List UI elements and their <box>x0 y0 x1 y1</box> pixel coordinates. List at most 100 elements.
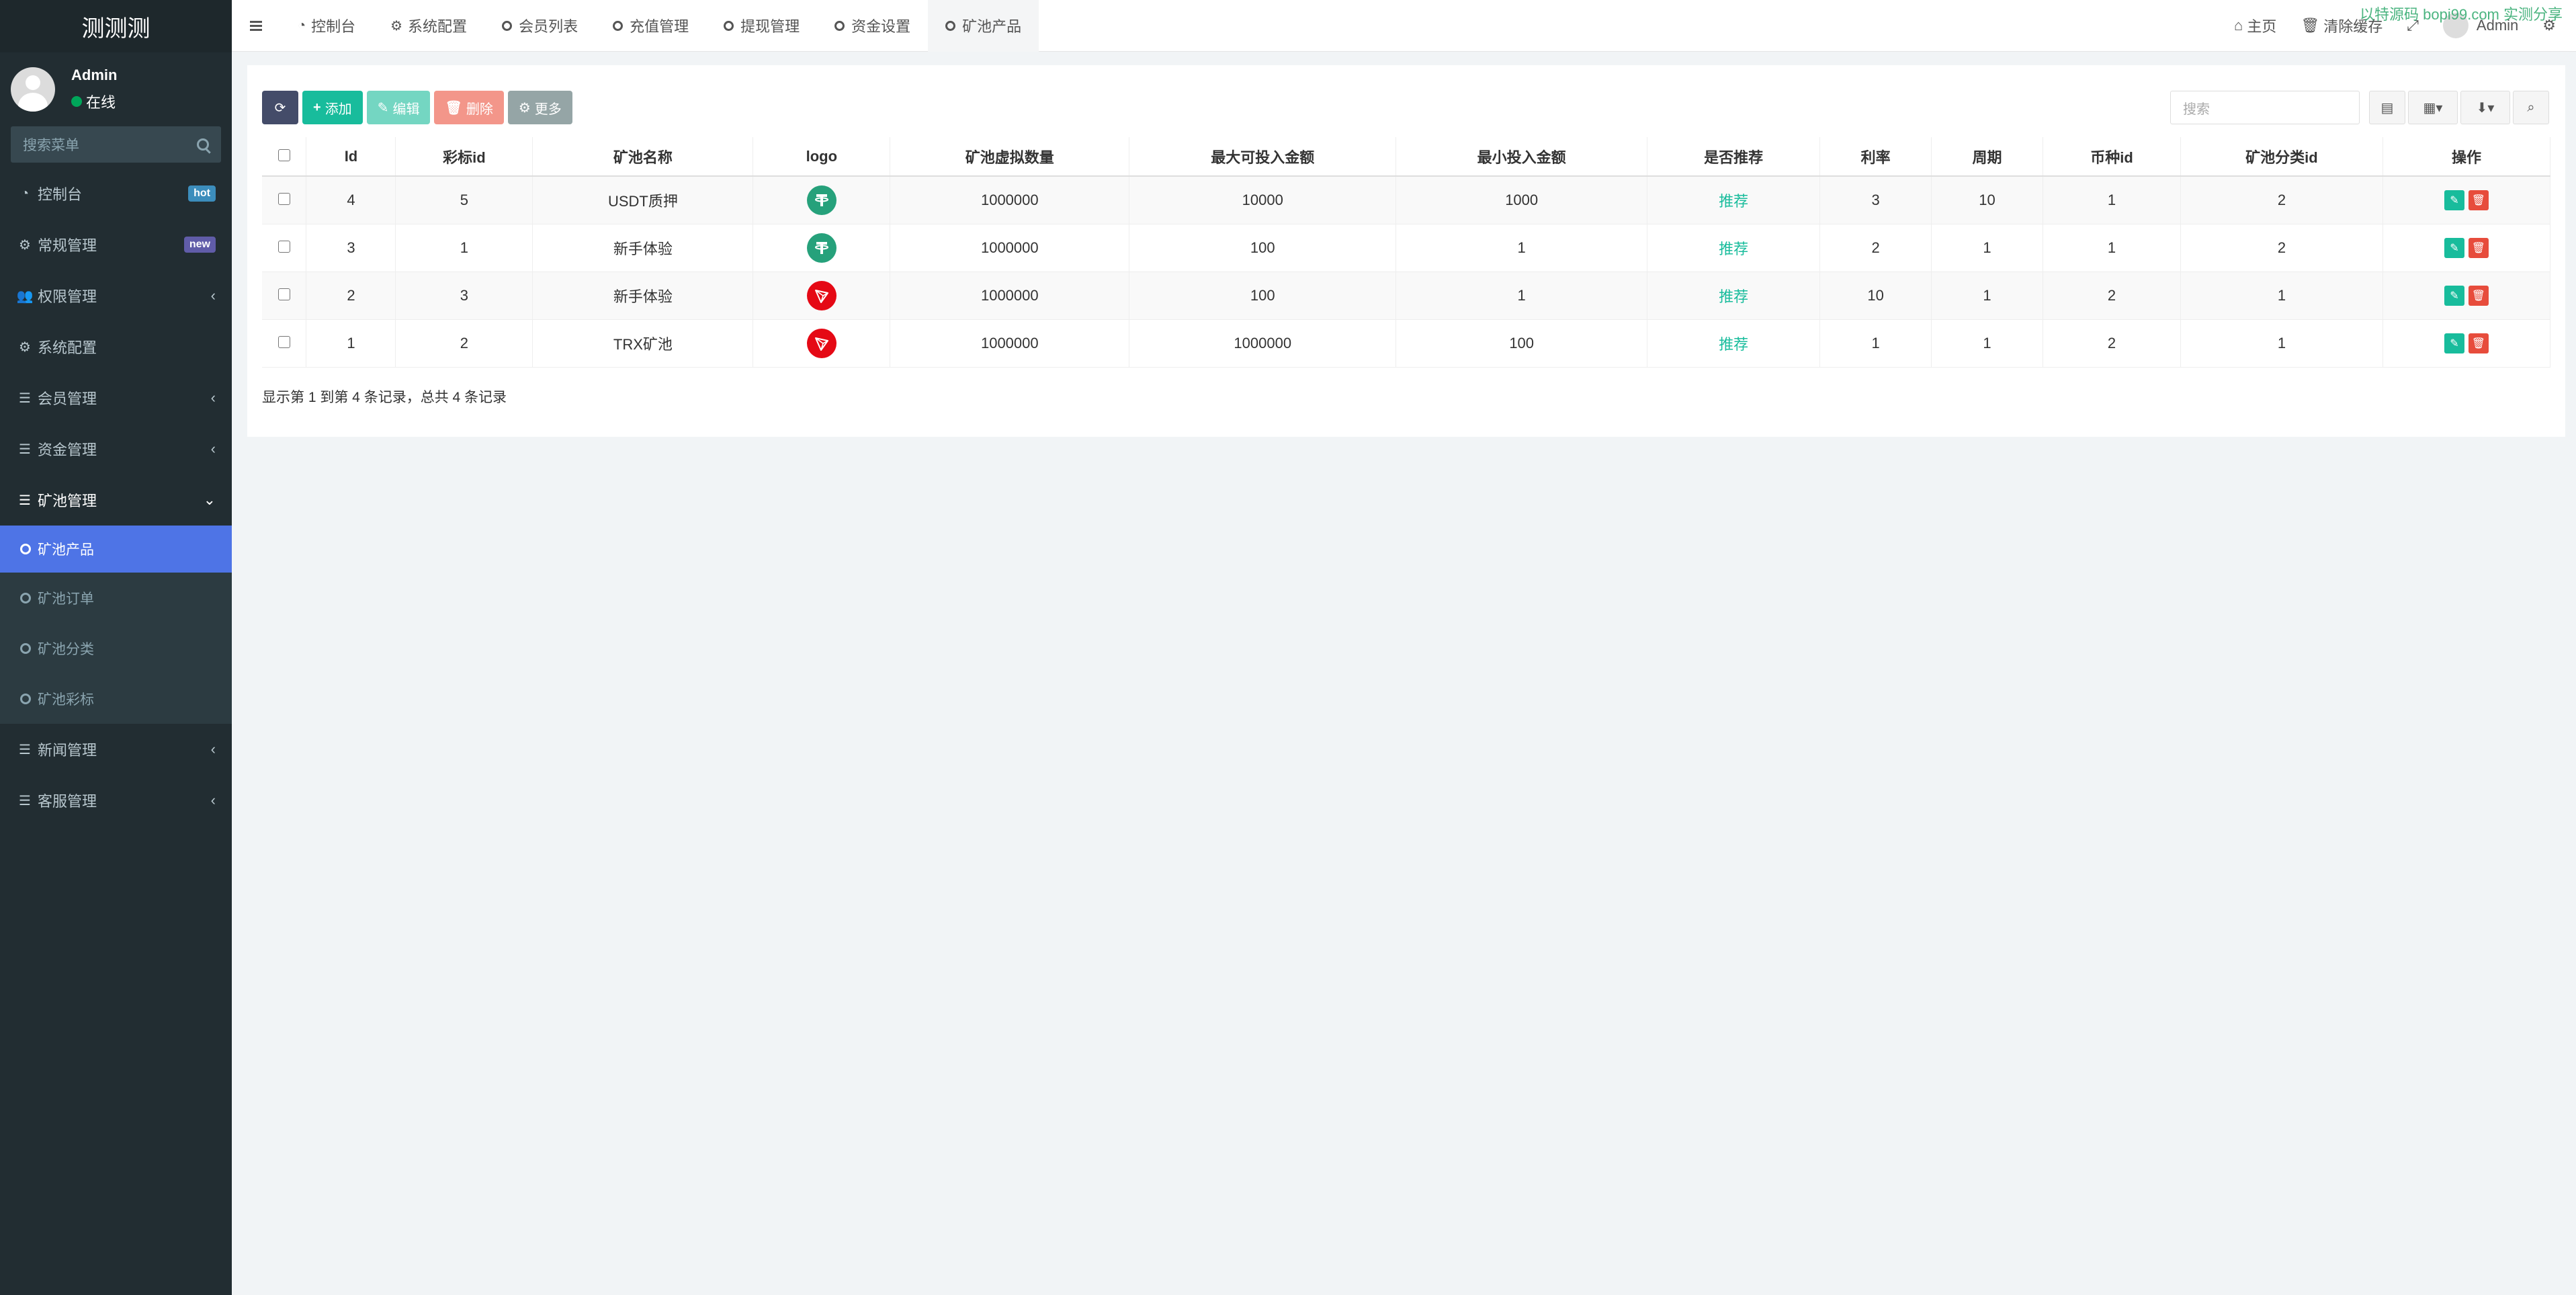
table-row[interactable]: 2 3 新手体验 1000000 100 1 推荐 10 1 2 1 ✎ 🗑 <box>262 271 2551 320</box>
select-all-checkbox[interactable] <box>277 149 290 161</box>
search-icon[interactable] <box>197 138 209 151</box>
sidebar-item-funds[interactable]: ☰ 资金管理 ‹ <box>0 423 232 474</box>
columns-button[interactable]: ▦▾ <box>2408 91 2458 124</box>
row-edit-button[interactable]: ✎ <box>2444 237 2464 258</box>
table-row[interactable]: 4 5 USDT质押 1000000 10000 1000 推荐 3 10 1 … <box>262 176 2551 224</box>
sidebar-item-news[interactable]: ☰ 新闻管理 ‹ <box>0 724 232 775</box>
cell-period: 10 <box>1931 176 2044 224</box>
table-row[interactable]: 3 1 新手体验 1000000 100 1 推荐 2 1 1 2 ✎ 🗑 <box>262 224 2551 272</box>
circle-icon <box>502 20 513 31</box>
column-header[interactable]: Id <box>306 137 396 177</box>
row-select-cell[interactable] <box>262 224 307 272</box>
gear-icon: ⚙ <box>518 100 531 116</box>
sidebar-subitem-mining-categories[interactable]: 矿池分类 <box>0 623 232 673</box>
cell-period: 1 <box>1931 271 2044 320</box>
row-checkbox[interactable] <box>277 335 290 348</box>
export-button[interactable]: ⬇▾ <box>2460 91 2510 124</box>
tab-recharge[interactable]: 充值管理 <box>595 0 706 52</box>
tab-member-list[interactable]: 会员列表 <box>484 0 595 52</box>
cell-coin-id: 1 <box>2043 176 2181 224</box>
edit-button[interactable]: ✎ 编辑 <box>366 91 431 124</box>
more-button[interactable]: ⚙ 更多 <box>507 91 572 124</box>
sidebar-item-system-config[interactable]: ⚙ 系统配置 <box>0 321 232 372</box>
circle-icon <box>20 544 31 554</box>
column-header[interactable]: 利率 <box>1819 137 1932 177</box>
delete-label: 删除 <box>466 101 493 117</box>
advanced-search-button[interactable]: ⌕ <box>2513 91 2549 124</box>
row-select-cell[interactable] <box>262 271 307 320</box>
column-header[interactable]: 矿池名称 <box>532 137 754 177</box>
tab-fund-settings[interactable]: 资金设置 <box>817 0 928 52</box>
tab-mining-products[interactable]: 矿池产品 <box>928 0 1039 52</box>
cell-rate: 3 <box>1819 176 1932 224</box>
column-header[interactable]: 是否推荐 <box>1647 137 1821 177</box>
tab-dashboard[interactable]: ◔ 控制台 <box>280 0 373 52</box>
column-header[interactable]: 矿池分类id <box>2180 137 2383 177</box>
list-icon: ☰ <box>19 390 31 406</box>
row-checkbox[interactable] <box>277 240 290 253</box>
sidebar-subitem-mining-orders[interactable]: 矿池订单 <box>0 573 232 623</box>
toggle-view-button[interactable]: ▤ <box>2369 91 2405 124</box>
sidebar-item-dashboard[interactable]: ◔ 控制台 hot <box>0 168 232 219</box>
sidebar-subitem-mining-labels[interactable]: 矿池彩标 <box>0 673 232 724</box>
dashboard-icon: ◔ <box>298 17 306 33</box>
sidebar-item-members[interactable]: ☰ 会员管理 ‹ <box>0 372 232 423</box>
recommend-link[interactable]: 推荐 <box>1719 193 1748 210</box>
cell-actions: ✎ 🗑 <box>2382 319 2551 368</box>
row-select-cell[interactable] <box>262 176 307 224</box>
row-select-cell[interactable] <box>262 319 307 368</box>
brand-logo[interactable]: 测测测 <box>0 0 232 52</box>
trx-logo-icon[interactable] <box>806 328 836 358</box>
column-header[interactable]: logo <box>753 137 891 177</box>
sidebar-item-general[interactable]: ⚙ 常规管理 new <box>0 219 232 270</box>
list-icon: ☰ <box>19 742 31 757</box>
column-header[interactable]: 彩标id <box>395 137 533 177</box>
usdt-logo-icon[interactable] <box>806 233 836 263</box>
tab-withdraw[interactable]: 提现管理 <box>706 0 817 52</box>
menu-search-input[interactable]: 搜索菜单 <box>11 126 221 163</box>
menu-toggle-icon[interactable] <box>232 24 280 27</box>
cell-virtual-qty: 1000000 <box>890 319 1130 368</box>
column-header[interactable]: 矿池虚拟数量 <box>890 137 1130 177</box>
row-edit-button[interactable]: ✎ <box>2444 190 2464 210</box>
recommend-link[interactable]: 推荐 <box>1719 241 1748 257</box>
recommend-link[interactable]: 推荐 <box>1719 288 1748 305</box>
home-link[interactable]: ⌂ 主页 <box>2222 15 2288 36</box>
column-header[interactable]: 币种id <box>2043 137 2181 177</box>
table-row[interactable]: 1 2 TRX矿池 1000000 1000000 100 推荐 1 1 2 1… <box>262 319 2551 368</box>
row-edit-button[interactable]: ✎ <box>2444 333 2464 353</box>
row-delete-button[interactable]: 🗑 <box>2468 190 2489 210</box>
sidebar-item-permissions[interactable]: 👥 权限管理 ‹ <box>0 270 232 321</box>
pencil-icon: ✎ <box>377 100 389 116</box>
cell-max-amount: 10000 <box>1129 176 1397 224</box>
trx-logo-icon[interactable] <box>806 280 836 310</box>
avatar <box>11 67 55 112</box>
recommend-link[interactable]: 推荐 <box>1719 336 1748 353</box>
column-header[interactable]: 最小投入金额 <box>1396 137 1648 177</box>
tab-label: 系统配置 <box>408 18 468 35</box>
edit-label: 编辑 <box>392 101 420 117</box>
chevron-left-icon: ‹ <box>210 287 216 304</box>
column-header[interactable]: 周期 <box>1931 137 2044 177</box>
row-delete-button[interactable]: 🗑 <box>2468 237 2489 258</box>
table-toolbar: ⟳ + 添加 ✎ 编辑 🗑 删除 ⚙ 更多 <box>262 91 576 124</box>
column-header[interactable]: 最大可投入金额 <box>1129 137 1397 177</box>
select-all-cell[interactable] <box>262 137 307 177</box>
home-label: 主页 <box>2247 18 2277 35</box>
tab-system-config[interactable]: ⚙ 系统配置 <box>373 0 484 52</box>
delete-button[interactable]: 🗑 删除 <box>434 91 504 124</box>
row-checkbox[interactable] <box>277 288 290 300</box>
refresh-button[interactable]: ⟳ <box>262 91 298 124</box>
usdt-logo-icon[interactable] <box>806 185 836 215</box>
sidebar-item-support[interactable]: ☰ 客服管理 ‹ <box>0 775 232 826</box>
add-button[interactable]: + 添加 <box>302 91 363 124</box>
sidebar-subitem-mining-products[interactable]: 矿池产品 <box>0 526 232 573</box>
row-edit-button[interactable]: ✎ <box>2444 285 2464 306</box>
table-search-input[interactable]: 搜索 <box>2170 91 2360 124</box>
cell-coin-id: 2 <box>2043 319 2181 368</box>
row-delete-button[interactable]: 🗑 <box>2468 285 2489 306</box>
row-delete-button[interactable]: 🗑 <box>2468 333 2489 353</box>
sidebar-item-label: 控制台 <box>38 186 83 203</box>
row-checkbox[interactable] <box>277 192 290 205</box>
sidebar-item-mining[interactable]: ☰ 矿池管理 ⌄ <box>0 474 232 526</box>
